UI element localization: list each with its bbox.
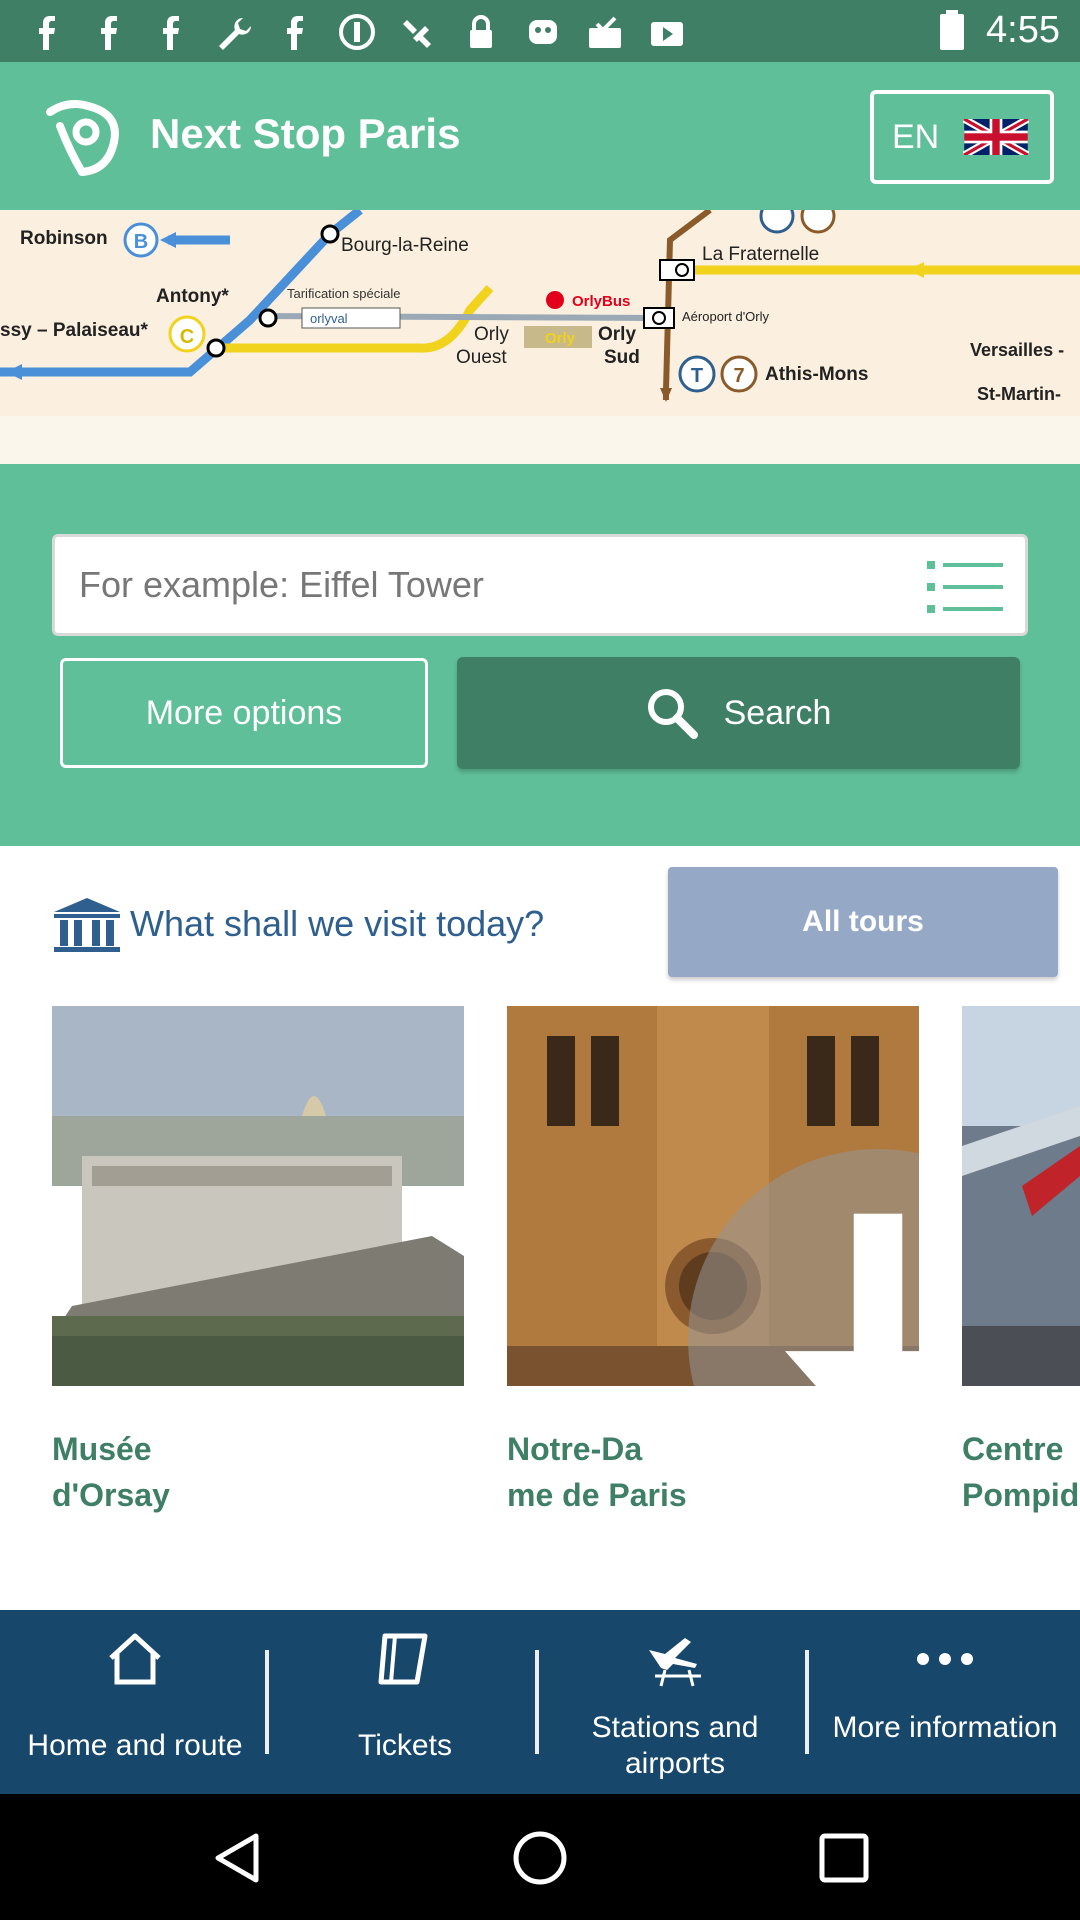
nav-home-and-route[interactable]: Home and route	[0, 1610, 270, 1794]
more-dots-icon	[917, 1653, 973, 1665]
tour-card-centre-pompidou[interactable]: Centre Pompid	[962, 1006, 1080, 1518]
tour-card-musee-dorsay[interactable]: Musée d'Orsay	[52, 1006, 464, 1518]
screen: 4:55 Next Stop Paris EN B C T 7 Robinson…	[0, 0, 1080, 1920]
tour-name: Centre Pompid	[962, 1431, 1080, 1513]
map-line-t-badge: T	[691, 365, 703, 387]
tour-name: Notre-Da me de Paris	[507, 1431, 687, 1513]
map-label-orly-sud-2: Sud	[604, 347, 640, 368]
nav-divider	[805, 1650, 809, 1754]
nav-label: More information	[832, 1711, 1058, 1744]
facebook-icon	[287, 16, 303, 50]
map-label-orly-sud-1: Orly	[598, 324, 636, 345]
more-options-button[interactable]: More options	[60, 658, 428, 768]
nav-label: Home and route	[27, 1729, 243, 1762]
tour-image-notre-dame	[507, 1006, 919, 1386]
nav-tickets[interactable]: Tickets	[270, 1610, 540, 1794]
nav-divider	[535, 1650, 539, 1754]
map-label-aeroport: Aéroport d'Orly	[682, 309, 770, 324]
plane-train-icon	[649, 1638, 701, 1687]
search-button[interactable]: Search	[457, 657, 1020, 769]
museum-icon	[54, 898, 120, 952]
wrench-icon	[219, 18, 251, 50]
app-title: Next Stop Paris	[150, 110, 461, 157]
map-line-b-badge: B	[134, 231, 148, 253]
transit-map: B C T 7 Robinson Bourg-la-Reine Antony* …	[0, 210, 1080, 404]
notification-icons	[26, 12, 688, 52]
map-label-st-martin: St-Martin-	[977, 384, 1061, 404]
cup-icon	[529, 20, 557, 44]
list-icon[interactable]	[927, 559, 1003, 615]
battery-icon	[940, 10, 965, 50]
tours-title: What shall we visit today?	[130, 903, 545, 944]
status-time: 4:55	[986, 8, 1060, 51]
map-label-robinson: Robinson	[20, 228, 108, 249]
search-icon	[647, 689, 698, 739]
map-label-antony: Antony*	[156, 286, 229, 307]
search-panel: More options Search	[0, 464, 1080, 846]
search-button-label: Search	[723, 693, 832, 732]
home-icon	[109, 1633, 161, 1685]
map-label-tarification: Tarification spéciale	[287, 286, 400, 301]
nav-label: Tickets	[358, 1729, 452, 1762]
back-icon[interactable]	[208, 1828, 268, 1888]
tour-name: Musée d'Orsay	[52, 1431, 170, 1513]
download-arrow-icon[interactable]	[672, 1149, 919, 1386]
map-label-orly-badge: Orly	[545, 330, 576, 347]
tour-image-musee-dorsay	[52, 1006, 464, 1386]
map-label-orly-ouest-2: Ouest	[456, 347, 507, 368]
search-box	[52, 534, 1028, 636]
nav-more-information[interactable]: More information	[810, 1610, 1080, 1794]
map-label-orlyval: orlyval	[310, 311, 348, 326]
search-input[interactable]	[79, 537, 919, 633]
tours-heading: What shall we visit today?	[52, 896, 544, 952]
nav-label: Stations and airports	[591, 1711, 759, 1780]
facebook-icon	[163, 16, 179, 50]
map-label-orlybus: OrlyBus	[572, 293, 630, 310]
map-label-orly-ouest-1: Orly	[474, 324, 509, 345]
recents-icon[interactable]	[814, 1828, 874, 1888]
bottom-navigation: Home and route Tickets Stations and airp…	[0, 1610, 1080, 1794]
system-navigation-bar	[0, 1794, 1080, 1920]
lock-icon	[470, 15, 492, 48]
facebook-icon	[39, 16, 55, 50]
mail-check-icon	[589, 16, 621, 48]
status-bar: 4:55	[0, 0, 1080, 62]
language-code: EN	[892, 117, 940, 156]
map-label-athis-mons: Athis-Mons	[765, 364, 868, 385]
nav-stations-and-airports[interactable]: Stations and airports	[540, 1610, 810, 1794]
transit-map-banner[interactable]: B C T 7 Robinson Bourg-la-Reine Antony* …	[0, 210, 1080, 416]
map-label-massy: ssy – Palaiseau*	[0, 320, 148, 341]
uk-flag-icon	[963, 119, 1030, 155]
map-label-bourg-la-reine: Bourg-la-Reine	[341, 235, 469, 256]
map-label-versailles: Versailles -	[970, 340, 1064, 360]
all-tours-button[interactable]: All tours	[668, 867, 1058, 977]
tickets-icon	[378, 1633, 428, 1685]
satellite-icon	[403, 20, 431, 48]
circle-p-icon	[339, 14, 375, 50]
language-selector-button[interactable]: EN	[870, 90, 1054, 184]
tour-card-notre-dame[interactable]: Notre-Da me de Paris	[507, 1006, 919, 1518]
status-indicators: 4:55	[934, 8, 1060, 52]
tour-image-centre-pompidou	[962, 1006, 1080, 1386]
map-label-la-fraternelle: La Fraternelle	[702, 244, 819, 265]
map-line-7-badge: 7	[733, 365, 744, 387]
facebook-icon	[101, 16, 117, 50]
map-line-c-badge: C	[180, 326, 194, 348]
app-header: Next Stop Paris EN	[0, 62, 1080, 210]
app-logo-icon	[46, 100, 119, 176]
map-bottom-strip	[0, 416, 1080, 464]
home-circle-icon[interactable]	[510, 1828, 570, 1888]
video-icon	[651, 22, 683, 46]
nav-divider	[265, 1650, 269, 1754]
